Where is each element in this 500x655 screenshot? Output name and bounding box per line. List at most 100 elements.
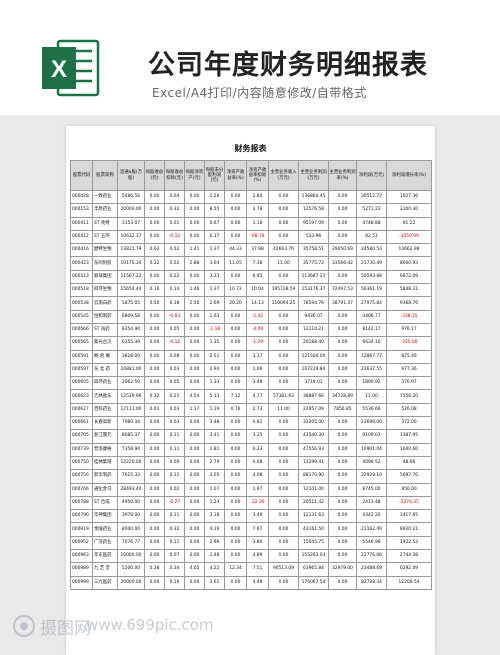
table-cell: 0.00	[224, 189, 247, 205]
table-cell: 533.96	[298, 229, 329, 245]
table-cell: 0.00	[184, 349, 205, 364]
table-cell: 金陵药业	[92, 522, 118, 537]
table-cell: 000989	[70, 562, 93, 577]
banner-header: X 公司年度财务明细报表 Excel/A4打印/内容随意修改/自带格式	[0, 0, 500, 115]
table-cell: 0.00	[184, 322, 205, 338]
table-cell: 健特生物	[92, 243, 118, 258]
table-cell: 000545	[70, 309, 93, 324]
table-cell: 000412	[70, 229, 93, 245]
table-cell: 000750	[70, 455, 93, 471]
column-header: 每股未分配利润(元)	[204, 160, 225, 191]
table-cell: 桂林集琦	[92, 455, 118, 471]
table-cell: 21730.49	[356, 256, 387, 271]
table-cell: 0.00	[268, 535, 299, 551]
table-cell: 3.61	[204, 575, 225, 590]
table-cell: 0.00	[144, 469, 165, 484]
table-cell: -68.78	[246, 229, 269, 245]
table-cell: 11.00	[268, 402, 299, 418]
table-cell: 0.16	[144, 283, 165, 298]
table-cell: 5271.23	[356, 203, 387, 218]
table-cell: 0.00	[328, 429, 357, 444]
table-cell: 3.23	[204, 269, 225, 285]
table-cell: 121504.00	[298, 349, 329, 364]
table-cell: 0.38	[144, 562, 165, 577]
table-row: 000416 健特生物 13831.79 0.62 0.52 1.41 1.37 44.33 3…	[70, 243, 432, 258]
page-title: 公司年度财务明细报表	[148, 50, 428, 81]
table-cell: 8920.21	[386, 522, 432, 537]
table-cell: 0.00	[144, 509, 165, 524]
table-cell: 1027.36	[386, 189, 432, 205]
table-cell: ST 五环	[92, 229, 118, 245]
spreadsheet-preview: 财务报表 股票代码 股票简称 流通a股(万股) 每股收益(元) 每股收益扣除(元) 每股净…	[66, 126, 435, 655]
table-cell: 7556.20	[386, 389, 432, 404]
table-cell: 153176.37	[298, 283, 329, 298]
table-cell: 0.00	[144, 442, 165, 457]
table-cell: 6.23	[246, 442, 269, 457]
table-cell: 0.34	[164, 562, 185, 577]
table-cell: 21162.49	[356, 522, 387, 537]
table-cell: 恒和制药	[92, 309, 118, 324]
table-cell: 113687.21	[298, 269, 329, 285]
table-cell: 0.32	[144, 389, 165, 404]
table-cell: 0.11	[164, 535, 185, 551]
table-cell: 0.00	[144, 495, 165, 511]
table-row: 000028 一致药业 5486.56 0.00 0.04 0.00 1.26 0.00 2.8…	[70, 189, 432, 205]
table-cell: 13299.41	[298, 455, 329, 471]
table-cell: 11567.23	[117, 269, 145, 285]
table-cell: 0.00	[268, 522, 299, 537]
table-cell: 48.66	[386, 455, 432, 471]
table-cell: 5486.56	[117, 189, 145, 205]
table-cell: 57381.63	[268, 389, 299, 404]
table-cell: 四环药业	[92, 376, 118, 391]
table-cell: 8.55	[204, 203, 225, 218]
table-row: 000788 ST 合成 4950.00 0.00 -0.27 0.00 1.23 0.00-…	[70, 495, 432, 511]
table-cell: 0.08	[164, 349, 185, 364]
table-cell: 1.48	[204, 549, 225, 564]
table-cell: 四环生物	[92, 283, 118, 298]
table-cell: 22929.10	[356, 469, 387, 484]
table-cell: 22957.09	[298, 402, 329, 418]
table-cell: 7856.85	[328, 402, 357, 418]
table-cell: 3719.01	[298, 376, 329, 391]
table-cell: 0.00	[184, 442, 205, 457]
table-row: 000989 九 芝 堂 5200.00 0.38 0.34 4.05 4.22 12.34 7…	[70, 562, 432, 577]
table-cell: 0.00	[184, 575, 205, 590]
table-cell: 000538	[70, 296, 93, 311]
table-cell: 0.00	[224, 535, 247, 551]
table-cell: 19175.34	[117, 256, 145, 271]
table-cell: 95197.09	[298, 216, 329, 231]
table-cell: 6292.09	[386, 562, 432, 577]
table-cell: 一致药业	[92, 189, 118, 205]
column-header: 每股净资产(元)	[184, 160, 205, 191]
table-cell: 5.13	[204, 389, 225, 404]
table-cell: 526.08	[386, 402, 432, 418]
table-row: 000919 金陵药业 8000.00 0.00 0.32 0.00 4.16 0.00 7.6…	[70, 522, 432, 537]
table-cell: 东 北 药	[92, 362, 118, 378]
table-cell: 950.00	[386, 482, 432, 497]
table-cell: 1.35	[204, 336, 225, 351]
table-cell: 1417.65	[386, 509, 432, 524]
table-cell: 4.16	[204, 522, 225, 537]
table-cell: 176067.54	[298, 575, 329, 590]
table-cell: 0.32	[164, 522, 185, 537]
table-cell: 38791.37	[328, 296, 357, 311]
table-cell: 82.51	[356, 229, 387, 245]
table-cell: 2.73	[246, 402, 269, 418]
table-cell: 0.00	[328, 376, 357, 391]
table-cell: 0.00	[184, 309, 205, 324]
table-cell: 12220.00	[117, 455, 145, 471]
table-cell: 0.00	[268, 336, 299, 351]
table-cell: 7980.34	[117, 416, 145, 431]
table-cell: 0.00	[268, 429, 299, 444]
camera-lens-icon	[13, 615, 35, 637]
table-cell: 11.00	[356, 389, 387, 404]
table-cell: 0.00	[328, 336, 357, 351]
table-row: 000597 东 北 药 10881.00 0.00 0.03 0.00 2.94 0.00 1…	[70, 362, 432, 378]
table-cell: 47556.93	[298, 442, 329, 457]
table-cell: -2.42	[246, 309, 269, 324]
table-cell: 9368.76	[386, 296, 432, 311]
table-cell: 0.00	[144, 535, 165, 551]
table-cell: 2062.50	[117, 376, 145, 391]
table-cell: 000661	[70, 416, 93, 431]
table-cell: 0.00	[184, 509, 205, 524]
